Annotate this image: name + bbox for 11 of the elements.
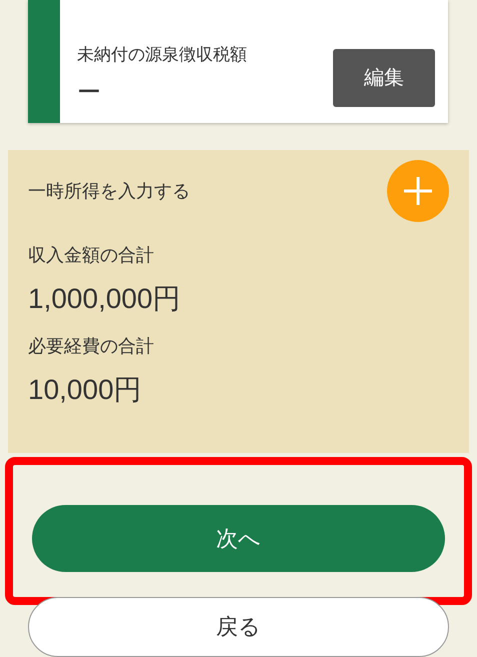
plus-icon: [402, 175, 434, 207]
field-value: ー: [77, 81, 102, 105]
field-label: 必要経費の合計: [28, 335, 155, 358]
field-label: 未納付の源泉徴収税額: [77, 44, 247, 66]
field-value: 1,000,000円: [28, 285, 182, 313]
back-button[interactable]: 戻る: [28, 597, 449, 657]
section-heading: 一時所得を入力する: [28, 180, 190, 202]
edit-button[interactable]: 編集: [333, 49, 435, 107]
field-value: 10,000円: [28, 376, 143, 404]
next-button[interactable]: 次へ: [32, 504, 445, 572]
field-label: 収入金額の合計: [28, 244, 155, 267]
